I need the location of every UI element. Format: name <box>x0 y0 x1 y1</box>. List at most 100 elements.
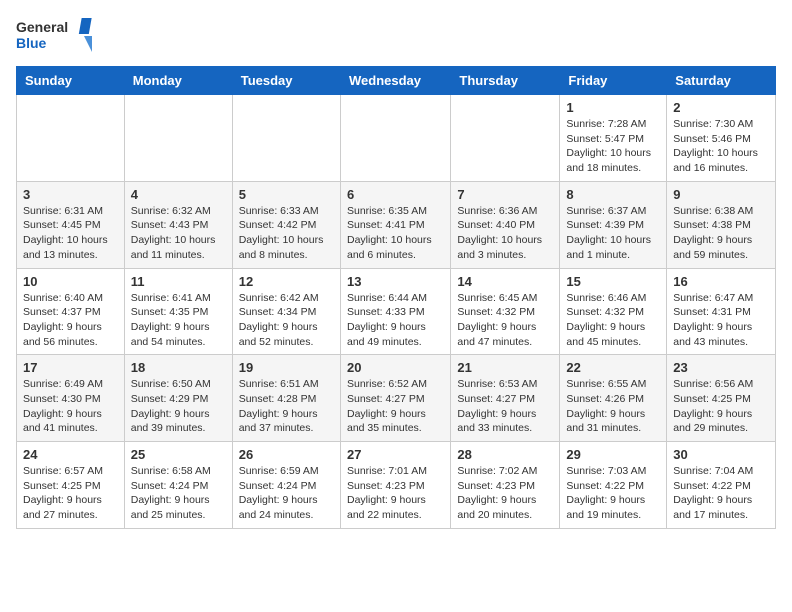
day-number: 10 <box>23 274 118 289</box>
calendar-day-cell: 20 Sunrise: 6:52 AM Sunset: 4:27 PM Dayli… <box>340 355 450 442</box>
calendar-day-cell: 6Sunrise: 6:35 AM Sunset: 4:41 PM Daylig… <box>340 181 450 268</box>
calendar-table: SundayMondayTuesdayWednesdayThursdayFrid… <box>16 66 776 529</box>
weekday-header: Monday <box>124 67 232 95</box>
logo-svg: General Blue <box>16 16 96 56</box>
day-number: 16 <box>673 274 769 289</box>
day-info: Sunrise: 6:46 AM Sunset: 4:32 PM Dayligh… <box>566 291 660 350</box>
day-info: Sunrise: 7:03 AM Sunset: 4:22 PM Dayligh… <box>566 464 660 523</box>
calendar-day-cell: 12Sunrise: 6:42 AM Sunset: 4:34 PM Dayli… <box>232 268 340 355</box>
day-number: 8 <box>566 187 660 202</box>
calendar-day-cell: 18 Sunrise: 6:50 AM Sunset: 4:29 PM Dayli… <box>124 355 232 442</box>
day-number: 29 <box>566 447 660 462</box>
day-info: Sunrise: 6:51 AM Sunset: 4:28 PM Dayligh… <box>239 377 334 436</box>
calendar-week-row: 24 Sunrise: 6:57 AM Sunset: 4:25 PM Dayli… <box>17 442 776 529</box>
day-info: Sunrise: 6:40 AM Sunset: 4:37 PM Dayligh… <box>23 291 118 350</box>
calendar-day-cell: 8 Sunrise: 6:37 AM Sunset: 4:39 PM Daylig… <box>560 181 667 268</box>
day-number: 3 <box>23 187 118 202</box>
calendar-day-cell: 19 Sunrise: 6:51 AM Sunset: 4:28 PM Dayli… <box>232 355 340 442</box>
day-number: 13 <box>347 274 444 289</box>
calendar-day-cell <box>340 95 450 182</box>
calendar-header-row: SundayMondayTuesdayWednesdayThursdayFrid… <box>17 67 776 95</box>
day-info: Sunrise: 6:41 AM Sunset: 4:35 PM Dayligh… <box>131 291 226 350</box>
day-number: 24 <box>23 447 118 462</box>
day-number: 14 <box>457 274 553 289</box>
weekday-header: Friday <box>560 67 667 95</box>
day-info: Sunrise: 6:35 AM Sunset: 4:41 PM Dayligh… <box>347 204 444 263</box>
day-number: 5 <box>239 187 334 202</box>
day-number: 17 <box>23 360 118 375</box>
calendar-day-cell: 17Sunrise: 6:49 AM Sunset: 4:30 PM Dayli… <box>17 355 125 442</box>
day-number: 23 <box>673 360 769 375</box>
day-info: Sunrise: 6:36 AM Sunset: 4:40 PM Dayligh… <box>457 204 553 263</box>
day-info: Sunrise: 6:47 AM Sunset: 4:31 PM Dayligh… <box>673 291 769 350</box>
day-number: 27 <box>347 447 444 462</box>
calendar-day-cell: 7 Sunrise: 6:36 AM Sunset: 4:40 PM Daylig… <box>451 181 560 268</box>
day-info: Sunrise: 6:56 AM Sunset: 4:25 PM Dayligh… <box>673 377 769 436</box>
calendar-day-cell: 14 Sunrise: 6:45 AM Sunset: 4:32 PM Dayli… <box>451 268 560 355</box>
day-info: Sunrise: 6:57 AM Sunset: 4:25 PM Dayligh… <box>23 464 118 523</box>
calendar-day-cell: 1Sunrise: 7:28 AM Sunset: 5:47 PM Daylig… <box>560 95 667 182</box>
day-info: Sunrise: 6:55 AM Sunset: 4:26 PM Dayligh… <box>566 377 660 436</box>
calendar-day-cell: 30 Sunrise: 7:04 AM Sunset: 4:22 PM Dayli… <box>667 442 776 529</box>
day-info: Sunrise: 6:45 AM Sunset: 4:32 PM Dayligh… <box>457 291 553 350</box>
calendar-day-cell: 10 Sunrise: 6:40 AM Sunset: 4:37 PM Dayli… <box>17 268 125 355</box>
svg-text:General: General <box>16 19 68 35</box>
day-info: Sunrise: 6:50 AM Sunset: 4:29 PM Dayligh… <box>131 377 226 436</box>
calendar-day-cell: 3 Sunrise: 6:31 AM Sunset: 4:45 PM Daylig… <box>17 181 125 268</box>
calendar-day-cell: 22 Sunrise: 6:55 AM Sunset: 4:26 PM Dayli… <box>560 355 667 442</box>
calendar-day-cell: 21 Sunrise: 6:53 AM Sunset: 4:27 PM Dayli… <box>451 355 560 442</box>
day-info: Sunrise: 6:37 AM Sunset: 4:39 PM Dayligh… <box>566 204 660 263</box>
weekday-header: Saturday <box>667 67 776 95</box>
day-info: Sunrise: 6:58 AM Sunset: 4:24 PM Dayligh… <box>131 464 226 523</box>
calendar-week-row: 1Sunrise: 7:28 AM Sunset: 5:47 PM Daylig… <box>17 95 776 182</box>
calendar-day-cell: 13Sunrise: 6:44 AM Sunset: 4:33 PM Dayli… <box>340 268 450 355</box>
calendar-day-cell <box>124 95 232 182</box>
calendar-day-cell <box>451 95 560 182</box>
day-info: Sunrise: 6:31 AM Sunset: 4:45 PM Dayligh… <box>23 204 118 263</box>
day-number: 1 <box>566 100 660 115</box>
calendar-day-cell: 5 Sunrise: 6:33 AM Sunset: 4:42 PM Daylig… <box>232 181 340 268</box>
day-info: Sunrise: 6:38 AM Sunset: 4:38 PM Dayligh… <box>673 204 769 263</box>
calendar-day-cell: 24 Sunrise: 6:57 AM Sunset: 4:25 PM Dayli… <box>17 442 125 529</box>
day-number: 4 <box>131 187 226 202</box>
weekday-header: Thursday <box>451 67 560 95</box>
day-info: Sunrise: 7:30 AM Sunset: 5:46 PM Dayligh… <box>673 117 769 176</box>
calendar-day-cell: 26 Sunrise: 6:59 AM Sunset: 4:24 PM Dayli… <box>232 442 340 529</box>
calendar-day-cell: 29 Sunrise: 7:03 AM Sunset: 4:22 PM Dayli… <box>560 442 667 529</box>
calendar-day-cell: 16 Sunrise: 6:47 AM Sunset: 4:31 PM Dayli… <box>667 268 776 355</box>
day-number: 7 <box>457 187 553 202</box>
calendar-day-cell <box>17 95 125 182</box>
day-number: 22 <box>566 360 660 375</box>
day-number: 19 <box>239 360 334 375</box>
calendar-day-cell: 4 Sunrise: 6:32 AM Sunset: 4:43 PM Daylig… <box>124 181 232 268</box>
day-number: 15 <box>566 274 660 289</box>
day-number: 2 <box>673 100 769 115</box>
day-info: Sunrise: 6:53 AM Sunset: 4:27 PM Dayligh… <box>457 377 553 436</box>
calendar-day-cell: 15 Sunrise: 6:46 AM Sunset: 4:32 PM Dayli… <box>560 268 667 355</box>
page-header: General Blue <box>16 16 776 56</box>
logo: General Blue <box>16 16 96 56</box>
weekday-header: Sunday <box>17 67 125 95</box>
calendar-day-cell: 11 Sunrise: 6:41 AM Sunset: 4:35 PM Dayli… <box>124 268 232 355</box>
day-number: 12 <box>239 274 334 289</box>
calendar-week-row: 3 Sunrise: 6:31 AM Sunset: 4:45 PM Daylig… <box>17 181 776 268</box>
day-info: Sunrise: 6:52 AM Sunset: 4:27 PM Dayligh… <box>347 377 444 436</box>
calendar-day-cell <box>232 95 340 182</box>
calendar-day-cell: 25 Sunrise: 6:58 AM Sunset: 4:24 PM Dayli… <box>124 442 232 529</box>
day-number: 20 <box>347 360 444 375</box>
day-info: Sunrise: 7:02 AM Sunset: 4:23 PM Dayligh… <box>457 464 553 523</box>
calendar-day-cell: 2 Sunrise: 7:30 AM Sunset: 5:46 PM Daylig… <box>667 95 776 182</box>
day-info: Sunrise: 6:32 AM Sunset: 4:43 PM Dayligh… <box>131 204 226 263</box>
calendar-week-row: 10 Sunrise: 6:40 AM Sunset: 4:37 PM Dayli… <box>17 268 776 355</box>
day-info: Sunrise: 6:33 AM Sunset: 4:42 PM Dayligh… <box>239 204 334 263</box>
day-number: 11 <box>131 274 226 289</box>
day-info: Sunrise: 7:04 AM Sunset: 4:22 PM Dayligh… <box>673 464 769 523</box>
day-number: 21 <box>457 360 553 375</box>
day-number: 18 <box>131 360 226 375</box>
svg-text:Blue: Blue <box>16 35 47 51</box>
day-info: Sunrise: 6:59 AM Sunset: 4:24 PM Dayligh… <box>239 464 334 523</box>
day-number: 26 <box>239 447 334 462</box>
calendar-day-cell: 9Sunrise: 6:38 AM Sunset: 4:38 PM Daylig… <box>667 181 776 268</box>
day-number: 25 <box>131 447 226 462</box>
day-number: 30 <box>673 447 769 462</box>
